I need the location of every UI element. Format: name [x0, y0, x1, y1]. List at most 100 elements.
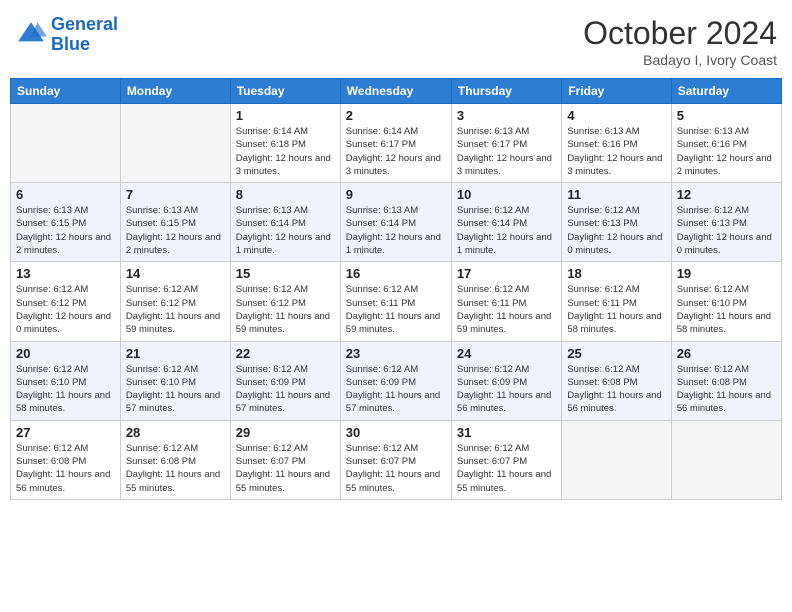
- month-title: October 2024: [583, 15, 777, 52]
- calendar-cell: 21 Sunrise: 6:12 AM Sunset: 6:10 PM Dayli…: [120, 341, 230, 420]
- week-row-2: 6 Sunrise: 6:13 AM Sunset: 6:15 PM Daylig…: [11, 183, 782, 262]
- day-info: Sunrise: 6:12 AM Sunset: 6:12 PM Dayligh…: [16, 283, 115, 336]
- day-number: 22: [236, 346, 335, 361]
- calendar-cell: 2 Sunrise: 6:14 AM Sunset: 6:17 PM Daylig…: [340, 104, 451, 183]
- day-number: 16: [346, 266, 446, 281]
- day-number: 29: [236, 425, 335, 440]
- calendar-cell: 27Sunrise: 6:12 AM Sunset: 6:08 PM Dayli…: [11, 420, 121, 499]
- calendar-cell: 14Sunrise: 6:12 AM Sunset: 6:12 PM Dayli…: [120, 262, 230, 341]
- day-info: Sunrise: 6:12 AM Sunset: 6:14 PM Dayligh…: [457, 204, 556, 257]
- day-number: 7: [126, 187, 225, 202]
- calendar-cell: 23 Sunrise: 6:12 AM Sunset: 6:09 PM Dayli…: [340, 341, 451, 420]
- day-info: Sunrise: 6:12 AM Sunset: 6:13 PM Dayligh…: [567, 204, 665, 257]
- calendar-cell: 13 Sunrise: 6:12 AM Sunset: 6:12 PM Dayli…: [11, 262, 121, 341]
- week-row-1: 1Sunrise: 6:14 AM Sunset: 6:18 PM Daylig…: [11, 104, 782, 183]
- day-number: 4: [567, 108, 665, 123]
- logo: General Blue: [15, 15, 118, 55]
- day-number: 15: [236, 266, 335, 281]
- calendar-cell: 1Sunrise: 6:14 AM Sunset: 6:18 PM Daylig…: [230, 104, 340, 183]
- weekday-header-sunday: Sunday: [11, 79, 121, 104]
- day-info: Sunrise: 6:12 AM Sunset: 6:10 PM Dayligh…: [677, 283, 776, 336]
- day-info: Sunrise: 6:12 AM Sunset: 6:07 PM Dayligh…: [346, 442, 446, 495]
- calendar-cell: 9Sunrise: 6:13 AM Sunset: 6:14 PM Daylig…: [340, 183, 451, 262]
- day-number: 31: [457, 425, 556, 440]
- day-info: Sunrise: 6:12 AM Sunset: 6:12 PM Dayligh…: [236, 283, 335, 336]
- logo-text: General Blue: [51, 15, 118, 55]
- day-number: 17: [457, 266, 556, 281]
- title-block: October 2024 Badayo I, Ivory Coast: [583, 15, 777, 68]
- day-number: 14: [126, 266, 225, 281]
- calendar-cell: 11 Sunrise: 6:12 AM Sunset: 6:13 PM Dayli…: [562, 183, 671, 262]
- day-number: 2: [346, 108, 446, 123]
- calendar-cell: 12Sunrise: 6:12 AM Sunset: 6:13 PM Dayli…: [671, 183, 781, 262]
- day-info: Sunrise: 6:12 AM Sunset: 6:09 PM Dayligh…: [346, 363, 446, 416]
- day-info: Sunrise: 6:13 AM Sunset: 6:17 PM Dayligh…: [457, 125, 556, 178]
- calendar-cell: 6Sunrise: 6:13 AM Sunset: 6:15 PM Daylig…: [11, 183, 121, 262]
- calendar-cell: 31 Sunrise: 6:12 AM Sunset: 6:07 PM Dayli…: [451, 420, 561, 499]
- day-info: Sunrise: 6:12 AM Sunset: 6:10 PM Dayligh…: [126, 363, 225, 416]
- week-row-4: 20 Sunrise: 6:12 AM Sunset: 6:10 PM Dayli…: [11, 341, 782, 420]
- day-number: 26: [677, 346, 776, 361]
- week-row-5: 27 Sunrise: 6:12 AM Sunset: 6:08 PM Dayli…: [11, 420, 782, 499]
- weekday-header-friday: Friday: [562, 79, 671, 104]
- day-info: Sunrise: 6:12 AM Sunset: 6:08 PM Dayligh…: [567, 363, 665, 416]
- day-number: 24: [457, 346, 556, 361]
- calendar-cell: [671, 420, 781, 499]
- day-info: Sunrise: 6:12 AM Sunset: 6:08 PM Dayligh…: [677, 363, 776, 416]
- calendar-cell: 25 Sunrise: 6:12 AM Sunset: 6:08 PM Dayli…: [562, 341, 671, 420]
- weekday-header-thursday: Thursday: [451, 79, 561, 104]
- calendar-cell: [11, 104, 121, 183]
- calendar-cell: 7 Sunrise: 6:13 AM Sunset: 6:15 PM Daylig…: [120, 183, 230, 262]
- day-number: 10: [457, 187, 556, 202]
- weekday-header-wednesday: Wednesday: [340, 79, 451, 104]
- calendar-table: SundayMondayTuesdayWednesdayThursdayFrid…: [10, 78, 782, 500]
- calendar-cell: 19Sunrise: 6:12 AM Sunset: 6:10 PM Dayli…: [671, 262, 781, 341]
- day-number: 28: [126, 425, 225, 440]
- day-info: Sunrise: 6:14 AM Sunset: 6:17 PM Dayligh…: [346, 125, 446, 178]
- day-number: 27: [16, 425, 115, 440]
- day-number: 3: [457, 108, 556, 123]
- calendar-cell: 8Sunrise: 6:13 AM Sunset: 6:14 PM Daylig…: [230, 183, 340, 262]
- calendar-cell: 30 Sunrise: 6:12 AM Sunset: 6:07 PM Dayli…: [340, 420, 451, 499]
- day-number: 6: [16, 187, 115, 202]
- day-info: Sunrise: 6:12 AM Sunset: 6:09 PM Dayligh…: [236, 363, 335, 416]
- calendar-cell: 15 Sunrise: 6:12 AM Sunset: 6:12 PM Dayli…: [230, 262, 340, 341]
- calendar-cell: 3 Sunrise: 6:13 AM Sunset: 6:17 PM Daylig…: [451, 104, 561, 183]
- day-number: 21: [126, 346, 225, 361]
- calendar-cell: 28 Sunrise: 6:12 AM Sunset: 6:08 PM Dayli…: [120, 420, 230, 499]
- day-info: Sunrise: 6:12 AM Sunset: 6:10 PM Dayligh…: [16, 363, 115, 416]
- day-info: Sunrise: 6:13 AM Sunset: 6:16 PM Dayligh…: [677, 125, 776, 178]
- logo-icon: [15, 19, 47, 51]
- day-number: 18: [567, 266, 665, 281]
- day-number: 20: [16, 346, 115, 361]
- day-number: 11: [567, 187, 665, 202]
- day-number: 12: [677, 187, 776, 202]
- day-info: Sunrise: 6:12 AM Sunset: 6:09 PM Dayligh…: [457, 363, 556, 416]
- day-number: 13: [16, 266, 115, 281]
- weekday-header-row: SundayMondayTuesdayWednesdayThursdayFrid…: [11, 79, 782, 104]
- day-info: Sunrise: 6:12 AM Sunset: 6:08 PM Dayligh…: [126, 442, 225, 495]
- week-row-3: 13 Sunrise: 6:12 AM Sunset: 6:12 PM Dayli…: [11, 262, 782, 341]
- day-info: Sunrise: 6:12 AM Sunset: 6:11 PM Dayligh…: [346, 283, 446, 336]
- day-info: Sunrise: 6:12 AM Sunset: 6:07 PM Dayligh…: [236, 442, 335, 495]
- day-number: 25: [567, 346, 665, 361]
- day-number: 23: [346, 346, 446, 361]
- weekday-header-tuesday: Tuesday: [230, 79, 340, 104]
- calendar-cell: 24 Sunrise: 6:12 AM Sunset: 6:09 PM Dayli…: [451, 341, 561, 420]
- calendar-cell: 16 Sunrise: 6:12 AM Sunset: 6:11 PM Dayli…: [340, 262, 451, 341]
- day-info: Sunrise: 6:12 AM Sunset: 6:07 PM Dayligh…: [457, 442, 556, 495]
- calendar-cell: [120, 104, 230, 183]
- calendar-cell: 10 Sunrise: 6:12 AM Sunset: 6:14 PM Dayli…: [451, 183, 561, 262]
- day-number: 8: [236, 187, 335, 202]
- calendar-cell: 17 Sunrise: 6:12 AM Sunset: 6:11 PM Dayli…: [451, 262, 561, 341]
- day-info: Sunrise: 6:13 AM Sunset: 6:15 PM Dayligh…: [126, 204, 225, 257]
- location: Badayo I, Ivory Coast: [583, 52, 777, 68]
- day-number: 30: [346, 425, 446, 440]
- calendar-cell: 5Sunrise: 6:13 AM Sunset: 6:16 PM Daylig…: [671, 104, 781, 183]
- weekday-header-saturday: Saturday: [671, 79, 781, 104]
- page-header: General Blue October 2024 Badayo I, Ivor…: [10, 10, 782, 68]
- calendar-cell: 20 Sunrise: 6:12 AM Sunset: 6:10 PM Dayli…: [11, 341, 121, 420]
- calendar-cell: 4Sunrise: 6:13 AM Sunset: 6:16 PM Daylig…: [562, 104, 671, 183]
- day-info: Sunrise: 6:12 AM Sunset: 6:11 PM Dayligh…: [457, 283, 556, 336]
- calendar-cell: [562, 420, 671, 499]
